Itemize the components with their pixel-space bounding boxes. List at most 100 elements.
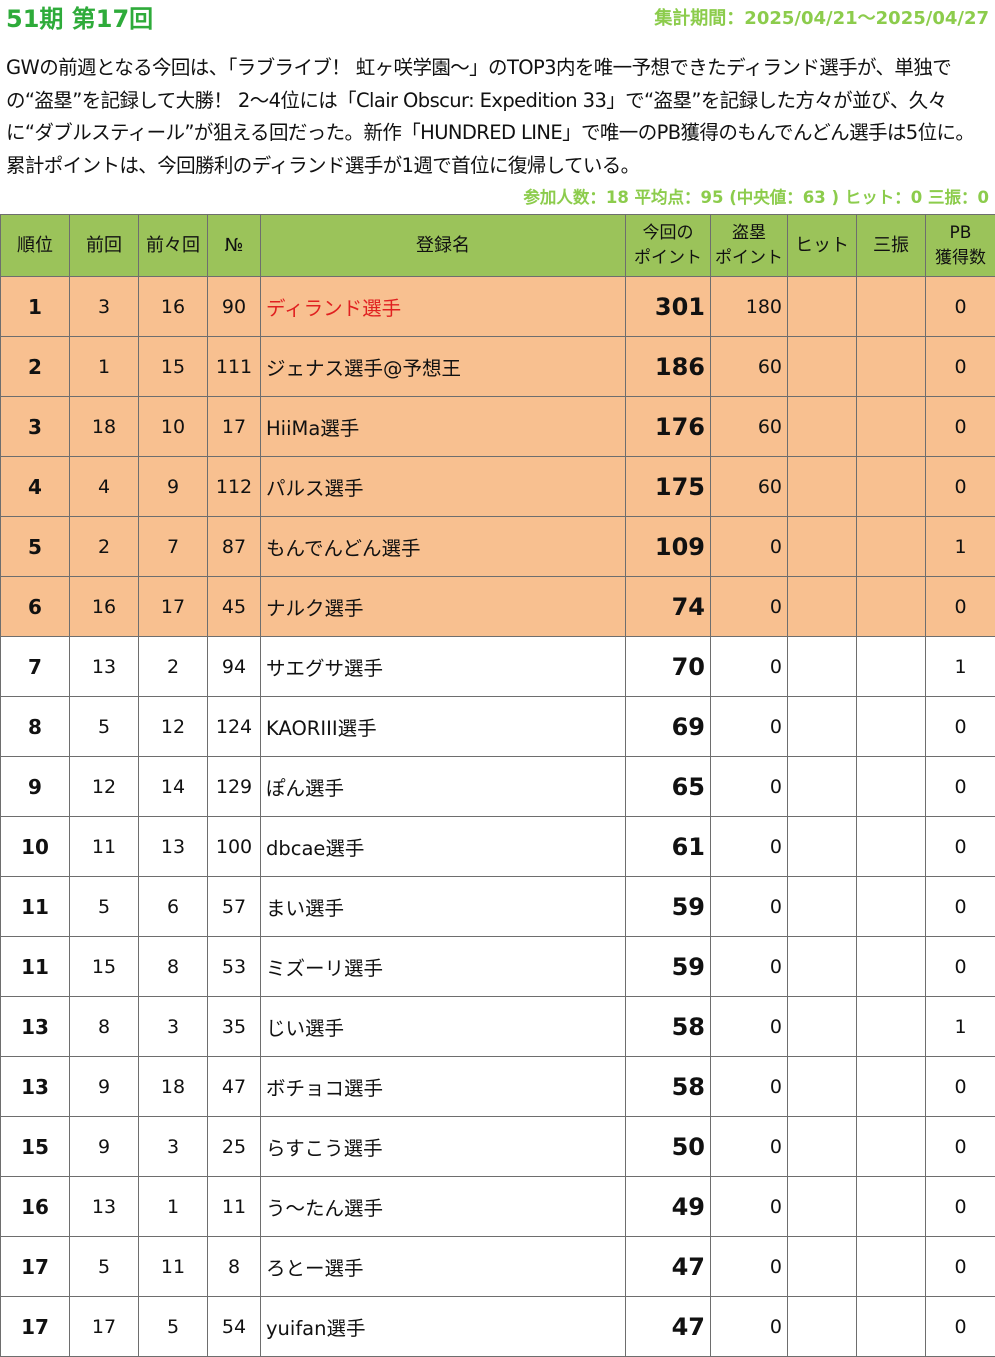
prev-rank-cell: 13 [69, 636, 139, 697]
column-header-name: 登録名 [260, 214, 626, 277]
table-row: 15 9 3 25 らすこう選手 50 0 0 [0, 1116, 995, 1177]
prev-rank-cell: 4 [69, 456, 139, 517]
steal-points-cell: 0 [710, 936, 788, 997]
strikeout-cell [856, 336, 926, 397]
prev-rank-cell: 9 [69, 1116, 139, 1177]
hit-cell [787, 1176, 857, 1237]
rank-cell: 10 [0, 816, 70, 877]
pb-count-cell: 0 [925, 696, 995, 757]
prev-rank-cell: 15 [69, 936, 139, 997]
column-header-hit: ヒット [787, 214, 857, 277]
rank-cell: 11 [0, 876, 70, 937]
prev2-rank-cell: 15 [138, 336, 208, 397]
steal-points-cell: 0 [710, 516, 788, 577]
hit-cell [787, 756, 857, 817]
player-name-cell: パルス選手 [260, 456, 626, 517]
entry-number-cell: 47 [207, 1056, 261, 1117]
steal-points-cell: 0 [710, 1296, 788, 1357]
table-row: 5 2 7 87 もんでんどん選手 109 0 1 [0, 516, 995, 577]
pb-count-cell: 0 [925, 936, 995, 997]
player-name-cell: ミズーリ選手 [260, 936, 626, 997]
points-cell: 61 [625, 816, 711, 877]
hit-cell [787, 1296, 857, 1357]
points-cell: 47 [625, 1236, 711, 1297]
points-cell: 59 [625, 936, 711, 997]
hit-cell [787, 276, 857, 337]
prev-rank-cell: 5 [69, 696, 139, 757]
hit-cell [787, 1056, 857, 1117]
strikeout-cell [856, 756, 926, 817]
player-name-cell: ナルク選手 [260, 576, 626, 637]
steal-points-cell: 60 [710, 396, 788, 457]
steal-points-cell: 0 [710, 636, 788, 697]
pb-count-cell: 1 [925, 996, 995, 1057]
strikeout-cell [856, 1236, 926, 1297]
column-header-pb-line1: PB [949, 222, 972, 243]
prev2-rank-cell: 9 [138, 456, 208, 517]
points-cell: 47 [625, 1296, 711, 1357]
prev2-rank-cell: 3 [138, 996, 208, 1057]
steal-points-cell: 0 [710, 876, 788, 937]
hit-cell [787, 816, 857, 877]
rank-cell: 16 [0, 1176, 70, 1237]
table-row: 1 3 16 90 ディランド選手 301 180 0 [0, 276, 995, 337]
page-header: 51期 第17回 集計期間：2025/04/21～2025/04/27 [0, 0, 995, 40]
table-row: 8 5 12 124 KAORIII選手 69 0 0 [0, 696, 995, 757]
prev2-rank-cell: 2 [138, 636, 208, 697]
rank-cell: 15 [0, 1116, 70, 1177]
entry-number-cell: 87 [207, 516, 261, 577]
pb-count-cell: 0 [925, 876, 995, 937]
strikeout-cell [856, 276, 926, 337]
rank-cell: 17 [0, 1236, 70, 1297]
round-stats: 参加人数：18 平均点：95 (中央値：63 ) ヒット：0 三振：0 [523, 188, 989, 207]
hit-cell [787, 456, 857, 517]
rank-cell: 4 [0, 456, 70, 517]
table-row: 3 18 10 17 HiiMa選手 176 60 0 [0, 396, 995, 457]
hit-cell [787, 876, 857, 937]
hit-cell [787, 396, 857, 457]
points-cell: 186 [625, 336, 711, 397]
points-cell: 65 [625, 756, 711, 817]
rank-cell: 13 [0, 1056, 70, 1117]
hit-cell [787, 1116, 857, 1177]
prev2-rank-cell: 7 [138, 516, 208, 577]
column-header-steal: 盗塁 ポイント [710, 214, 788, 277]
table-row: 17 17 5 54 yuifan選手 47 0 0 [0, 1296, 995, 1357]
ranking-table: 順位 前回 前々回 № 登録名 今回の ポイント 盗塁 ポイント ヒット 三振 … [0, 214, 995, 1357]
pb-count-cell: 0 [925, 756, 995, 817]
aggregation-period: 集計期間：2025/04/21～2025/04/27 [654, 8, 989, 29]
prev2-rank-cell: 11 [138, 1236, 208, 1297]
player-name-cell: yuifan選手 [260, 1296, 626, 1357]
rank-cell: 6 [0, 576, 70, 637]
strikeout-cell [856, 1296, 926, 1357]
prev2-rank-cell: 5 [138, 1296, 208, 1357]
entry-number-cell: 8 [207, 1236, 261, 1297]
entry-number-cell: 94 [207, 636, 261, 697]
prev-rank-cell: 17 [69, 1296, 139, 1357]
strikeout-cell [856, 1176, 926, 1237]
steal-points-cell: 0 [710, 576, 788, 637]
player-name-cell: らすこう選手 [260, 1116, 626, 1177]
strikeout-cell [856, 936, 926, 997]
hit-cell [787, 936, 857, 997]
strikeout-cell [856, 516, 926, 577]
pb-count-cell: 0 [925, 396, 995, 457]
strikeout-cell [856, 996, 926, 1057]
points-cell: 69 [625, 696, 711, 757]
column-header-pb: PB 獲得数 [925, 214, 995, 277]
steal-points-cell: 0 [710, 1236, 788, 1297]
points-cell: 58 [625, 996, 711, 1057]
strikeout-cell [856, 456, 926, 517]
table-header-row: 順位 前回 前々回 № 登録名 今回の ポイント 盗塁 ポイント ヒット 三振 … [0, 214, 995, 277]
ranking-table-body: 1 3 16 90 ディランド選手 301 180 0 2 1 15 111 ジェナス選手@予想王 186… [0, 276, 995, 1357]
points-cell: 70 [625, 636, 711, 697]
steal-points-cell: 0 [710, 1176, 788, 1237]
player-name-cell: もんでんどん選手 [260, 516, 626, 577]
prev-rank-cell: 2 [69, 516, 139, 577]
table-row: 2 1 15 111 ジェナス選手@予想王 186 60 0 [0, 336, 995, 397]
prev-rank-cell: 16 [69, 576, 139, 637]
entry-number-cell: 112 [207, 456, 261, 517]
points-cell: 176 [625, 396, 711, 457]
round-summary: GWの前週となる今回は、「ラブライブ！ 虹ヶ咲学園～」のTOP3内を唯一予想でき… [6, 56, 975, 177]
table-row: 11 5 6 57 まい選手 59 0 0 [0, 876, 995, 937]
